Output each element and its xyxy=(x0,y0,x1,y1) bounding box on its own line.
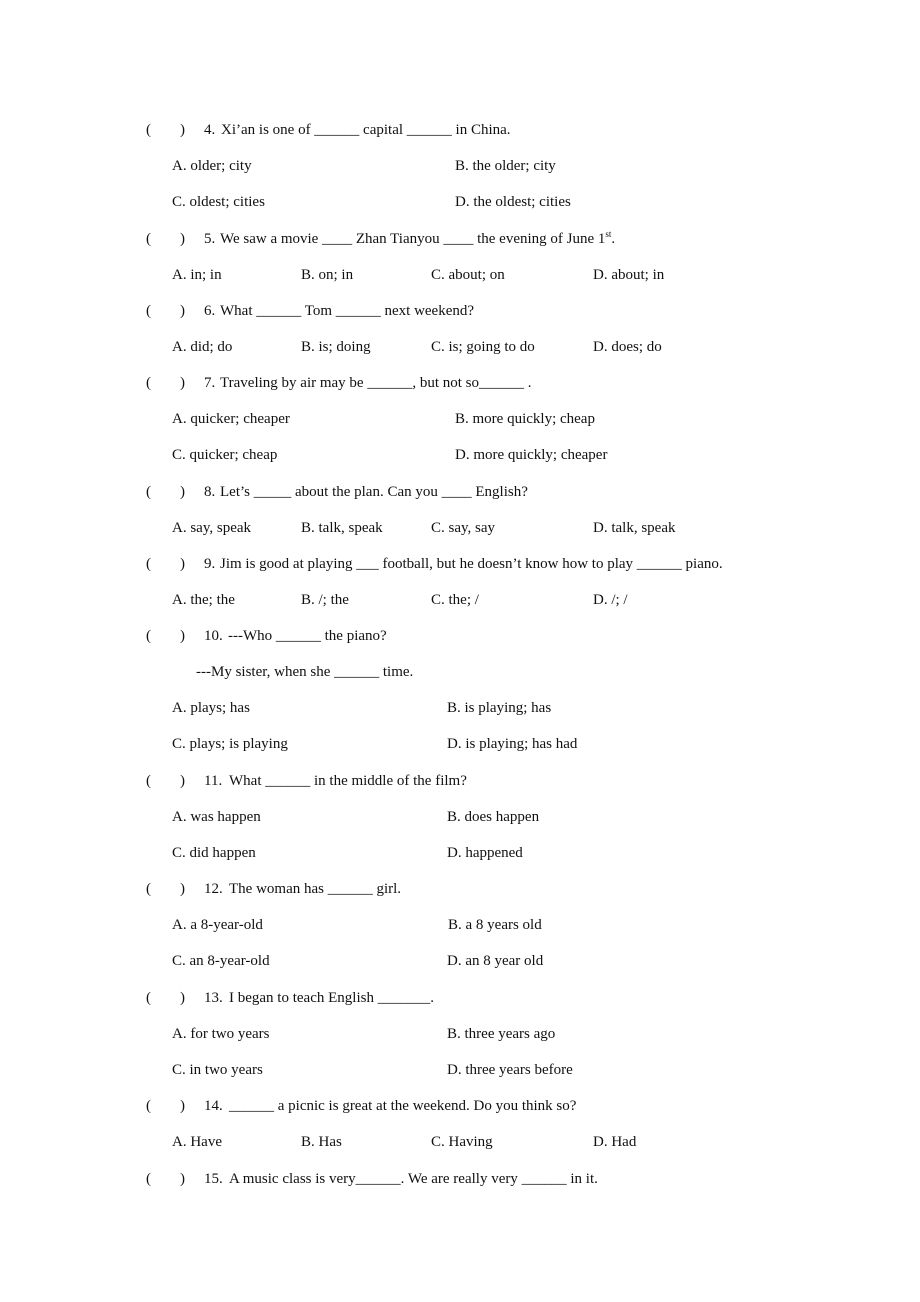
option-d: D. three years before xyxy=(447,1062,573,1078)
option-a: A. say, speak xyxy=(172,520,252,536)
question-number: 6. xyxy=(204,303,216,319)
question-number: 9. xyxy=(204,556,216,572)
question-number: 7. xyxy=(204,375,216,391)
option-b: B. three years ago xyxy=(447,1026,556,1042)
answer-paren-close: ) xyxy=(180,1171,185,1187)
option-c: C. plays; is playing xyxy=(172,736,288,752)
answer-paren-open: ( xyxy=(146,1171,151,1187)
option-a: A. a 8-year-old xyxy=(172,917,263,933)
question-text: Xi’an is one of ______ capital ______ in… xyxy=(221,122,511,138)
question-text: What ______ Tom ______ next weekend? xyxy=(220,303,475,319)
answer-paren-open: ( xyxy=(146,122,151,138)
option-b: B. the older; city xyxy=(455,158,556,174)
option-d: D. Had xyxy=(593,1134,637,1150)
option-b: B. Has xyxy=(301,1134,342,1150)
answer-paren-open: ( xyxy=(146,375,151,391)
option-d: D. about; in xyxy=(593,267,665,283)
answer-paren-close: ) xyxy=(180,628,185,644)
option-a: A. quicker; cheaper xyxy=(172,411,290,427)
answer-paren-close: ) xyxy=(180,556,185,572)
question-text: We saw a movie ____ Zhan Tianyou ____ th… xyxy=(220,230,615,248)
option-b: B. more quickly; cheap xyxy=(455,411,595,427)
question-text: I began to teach English _______. xyxy=(229,990,434,1006)
option-d: D. happened xyxy=(447,845,523,861)
option-c: C. quicker; cheap xyxy=(172,447,278,463)
option-d: D. talk, speak xyxy=(593,520,676,536)
answer-paren-open: ( xyxy=(146,484,151,500)
option-d: D. the oldest; cities xyxy=(455,194,571,210)
question-number: 15. xyxy=(204,1171,223,1187)
question-number: 13. xyxy=(204,990,223,1006)
question-text: A music class is very______. We are real… xyxy=(229,1171,598,1187)
answer-paren-open: ( xyxy=(146,231,151,247)
answer-paren-close: ) xyxy=(180,122,185,138)
option-b: B. /; the xyxy=(301,592,349,608)
answer-paren-close: ) xyxy=(180,484,185,500)
answer-paren-open: ( xyxy=(146,1098,151,1114)
option-b: B. does happen xyxy=(447,809,540,825)
option-b: B. talk, speak xyxy=(301,520,383,536)
option-c: C. about; on xyxy=(431,267,505,283)
option-b: B. a 8 years old xyxy=(448,917,542,933)
option-b: B. is playing; has xyxy=(447,700,552,716)
question-text: Jim is good at playing ___ football, but… xyxy=(220,556,723,572)
option-a: A. older; city xyxy=(172,158,252,174)
option-c: C. did happen xyxy=(172,845,256,861)
option-d: D. more quickly; cheaper xyxy=(455,447,608,463)
question-text-main: We saw a movie ____ Zhan Tianyou ____ th… xyxy=(220,231,606,247)
question-text: What ______ in the middle of the film? xyxy=(229,773,467,789)
answer-paren-close: ) xyxy=(180,881,185,897)
option-c: C. oldest; cities xyxy=(172,194,265,210)
answer-paren-open: ( xyxy=(146,773,151,789)
question-number: 4. xyxy=(204,122,216,138)
answer-paren-close: ) xyxy=(180,990,185,1006)
answer-paren-open: ( xyxy=(146,303,151,319)
option-a: A. Have xyxy=(172,1134,222,1150)
question-text: Traveling by air may be ______, but not … xyxy=(220,375,532,391)
question-number: 12. xyxy=(204,881,223,897)
option-c: C. Having xyxy=(431,1134,493,1150)
option-c: C. the; / xyxy=(431,592,479,608)
option-a: A. for two years xyxy=(172,1026,270,1042)
option-b: B. is; doing xyxy=(301,339,371,355)
question-number: 14. xyxy=(204,1098,223,1114)
option-d: D. /; / xyxy=(593,592,628,608)
option-d: D. does; do xyxy=(593,339,662,355)
question-text-line2: ---My sister, when she ______ time. xyxy=(196,664,414,680)
option-d: D. an 8 year old xyxy=(447,953,544,969)
option-a: A. in; in xyxy=(172,267,222,283)
question-text: Let’s _____ about the plan. Can you ____… xyxy=(220,484,528,500)
question-text-end: . xyxy=(611,231,616,247)
answer-paren-close: ) xyxy=(180,231,185,247)
question-number: 11. xyxy=(204,773,223,789)
answer-paren-close: ) xyxy=(180,1098,185,1114)
option-c: C. in two years xyxy=(172,1062,263,1078)
option-c: C. is; going to do xyxy=(431,339,535,355)
answer-paren-open: ( xyxy=(146,556,151,572)
answer-paren-open: ( xyxy=(146,990,151,1006)
question-number: 8. xyxy=(204,484,216,500)
option-d: D. is playing; has had xyxy=(447,736,578,752)
option-a: A. was happen xyxy=(172,809,261,825)
answer-paren-open: ( xyxy=(146,628,151,644)
option-a: A. the; the xyxy=(172,592,235,608)
question-text: ______ a picnic is great at the weekend.… xyxy=(229,1098,577,1114)
answer-paren-close: ) xyxy=(180,375,185,391)
question-number: 10. xyxy=(204,628,223,644)
option-c: C. an 8-year-old xyxy=(172,953,270,969)
answer-paren-open: ( xyxy=(146,881,151,897)
question-text: The woman has ______ girl. xyxy=(229,881,402,897)
question-text: ---Who ______ the piano? xyxy=(228,628,387,644)
option-a: A. did; do xyxy=(172,339,233,355)
answer-paren-close: ) xyxy=(180,773,185,789)
answer-paren-close: ) xyxy=(180,303,185,319)
option-a: A. plays; has xyxy=(172,700,250,716)
option-b: B. on; in xyxy=(301,267,354,283)
option-c: C. say, say xyxy=(431,520,496,536)
question-number: 5. xyxy=(204,231,216,247)
